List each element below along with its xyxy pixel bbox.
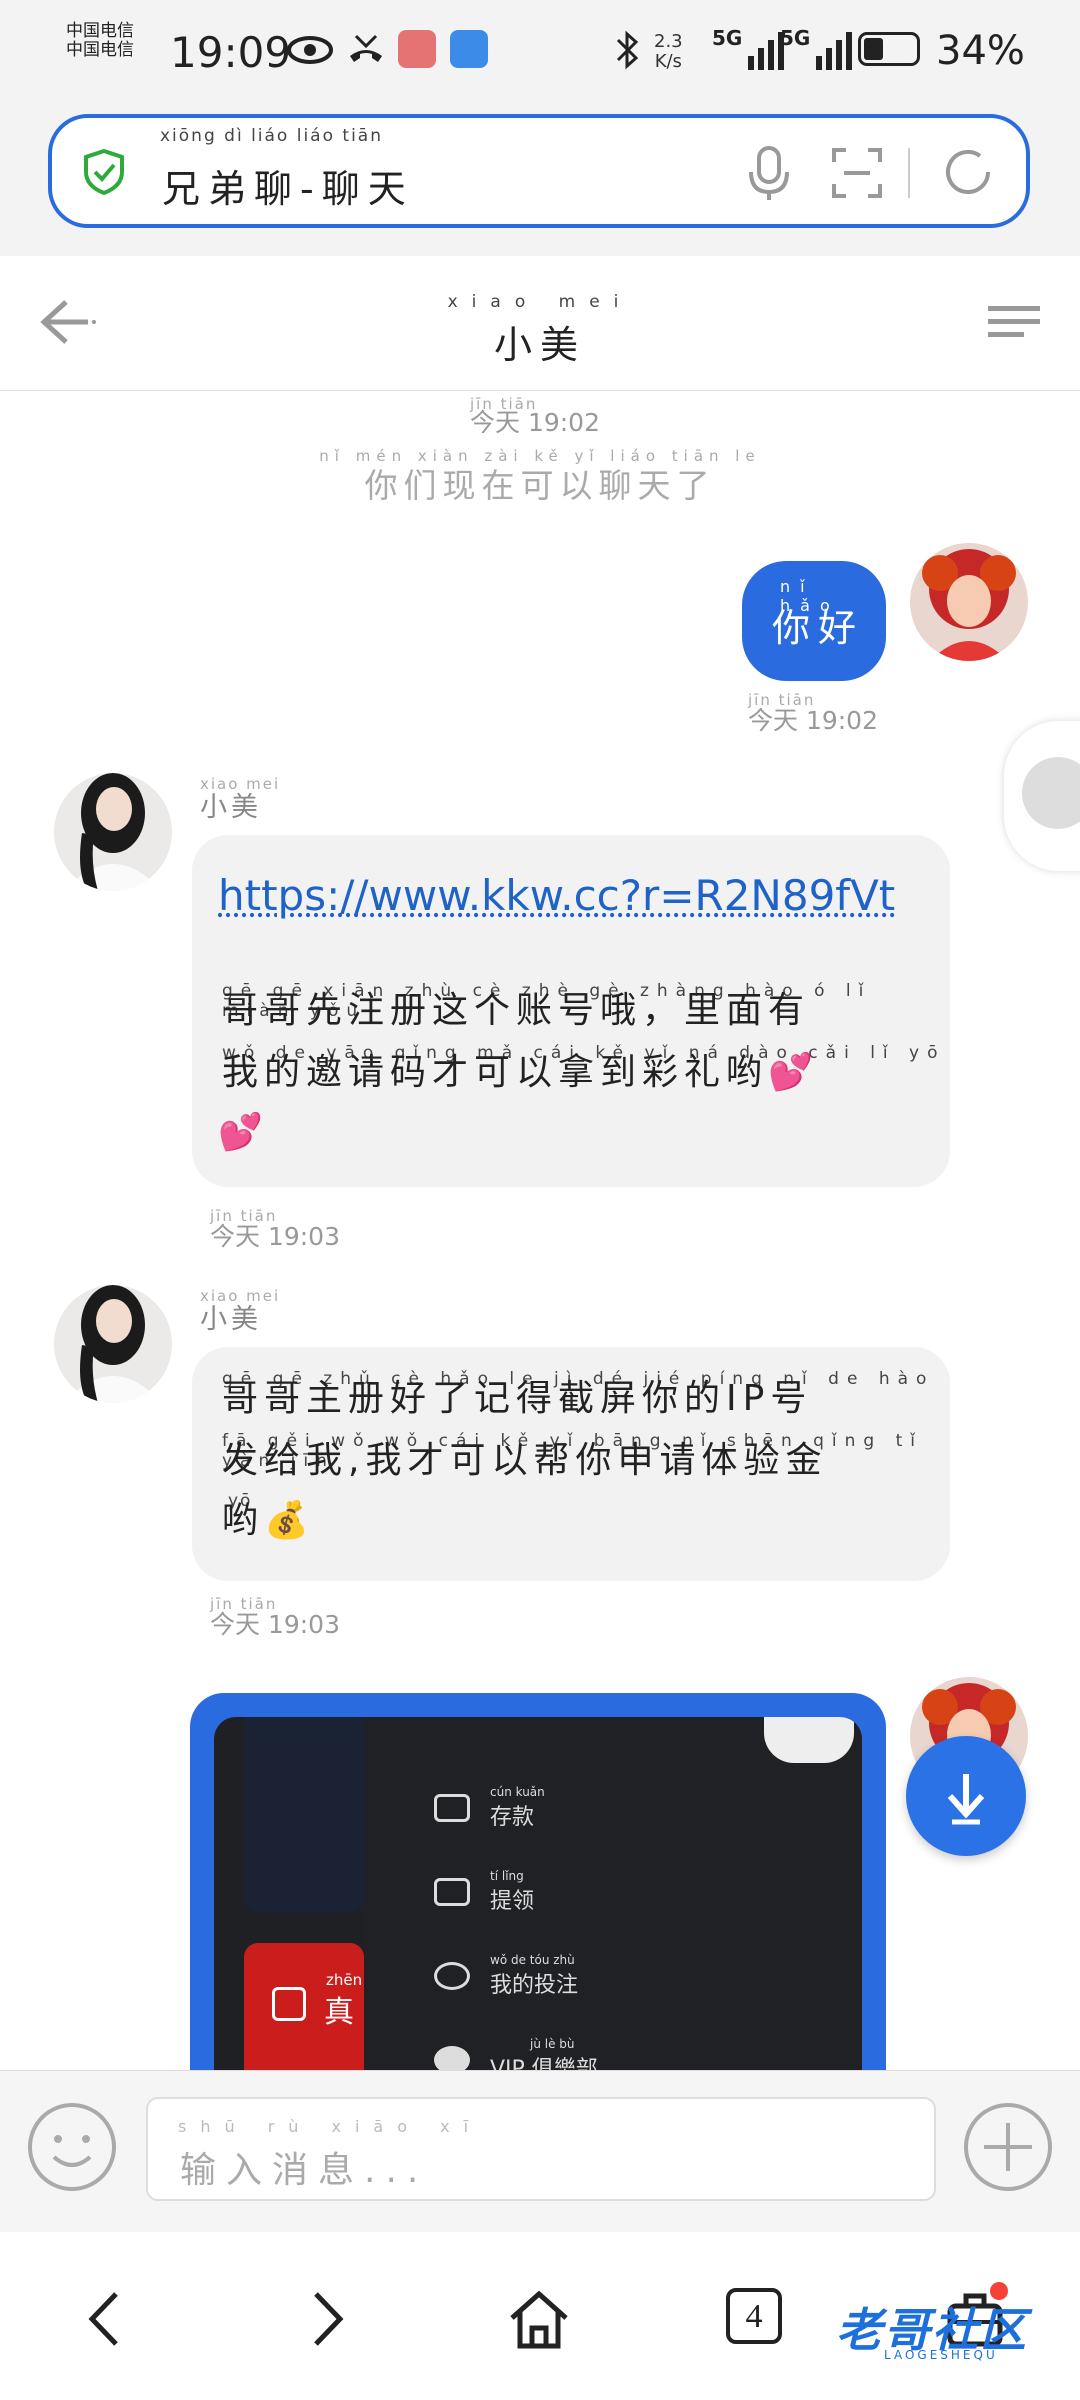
- eye-icon: [287, 36, 333, 64]
- browser-nav-bar: 4 老哥社区 LAOGESHEQU: [0, 2232, 1080, 2400]
- avatar[interactable]: [910, 543, 1028, 661]
- card-icon: [434, 1878, 470, 1906]
- wallet-icon: [434, 1794, 470, 1822]
- app-notification-icon: [450, 30, 488, 68]
- sender-name: 小美: [200, 1304, 262, 1335]
- microphone-icon[interactable]: [742, 144, 796, 204]
- message-bubble-incoming[interactable]: gē gē zhǔ cè hǎo le jì dé jié píng nǐ de…: [192, 1347, 950, 1581]
- message-text: 💕: [218, 1112, 269, 1153]
- menu-item-withdraw: tí lǐng 提领: [434, 1869, 534, 1915]
- watermark-subtext: LAOGESHEQU: [884, 2348, 998, 2362]
- signal-strength-2: 5G: [780, 26, 853, 70]
- message-text: 我的邀请码才可以拿到彩礼哟💕: [222, 1052, 819, 1093]
- address-bar[interactable]: xiōng dì liáo liáo tiān 兄弟聊-聊天: [48, 114, 1030, 228]
- add-attachment-button[interactable]: [962, 2101, 1054, 2193]
- message-input-bar: shū rù xiāo xī 输入消息...: [0, 2070, 1080, 2231]
- title-pinyin: xiao mei: [447, 292, 633, 312]
- emoji-icon[interactable]: [26, 2101, 118, 2193]
- system-message: 你们现在可以聊天了: [364, 466, 716, 505]
- timestamp: 今天 19:03: [210, 1610, 340, 1639]
- message-bubble-incoming[interactable]: https://www.kkw.cc?r=R2N89fVt gē gē xiān…: [192, 835, 950, 1187]
- message-text: 哥哥先注册这个账号哦，里面有: [222, 990, 811, 1031]
- menu-item-my-bets: wǒ de tóu zhù 我的投注: [434, 1953, 578, 1999]
- clock: 19:09: [170, 28, 292, 77]
- chat-title: 小美: [493, 323, 586, 367]
- vip-icon: [434, 2046, 470, 2071]
- network-speed: 2.3 K/s: [654, 31, 683, 72]
- refresh-icon[interactable]: [940, 144, 996, 200]
- secure-shield-icon: [84, 148, 124, 196]
- app-notification-icon: [398, 30, 436, 68]
- message-text: 发给我,我才可以帮你申请体验金: [222, 1440, 828, 1481]
- tab-count-button[interactable]: 4: [726, 2288, 782, 2344]
- arrow-down-icon: [947, 1774, 985, 1825]
- url-text[interactable]: 兄弟聊-聊天: [162, 158, 414, 213]
- battery-icon: [858, 32, 920, 66]
- user-bet-icon: [434, 1962, 470, 1990]
- bluetooth-icon: [616, 30, 639, 70]
- home-icon[interactable]: [508, 2288, 570, 2350]
- image-message[interactable]: zhēn 真 cún kuǎn 存款 tí lǐng 提领 wǒ de tóu zh…: [190, 1693, 886, 2071]
- menu-icon[interactable]: [986, 302, 1042, 342]
- menu-item-vip: jù lè bù VIP 俱樂部: [434, 2037, 598, 2071]
- message-text: 你好: [772, 606, 865, 650]
- scroll-down-button[interactable]: [906, 1736, 1026, 1856]
- nav-forward-icon[interactable]: [294, 2288, 356, 2350]
- sender-name: 小美: [200, 792, 262, 823]
- message-bubble-outgoing[interactable]: nǐ hǎo 你好: [742, 561, 886, 681]
- status-bar: 中国电信 中国电信 19:09 2.3 K/s 5G 5G 34%: [0, 0, 1080, 110]
- battery-percent: 34%: [936, 28, 1025, 74]
- message-input[interactable]: shū rù xiāo xī 输入消息...: [146, 2097, 936, 2201]
- message-text: 哥哥主册好了记得截屏你的IP号: [222, 1378, 813, 1419]
- message-link[interactable]: https://www.kkw.cc?r=R2N89fVt: [218, 871, 895, 920]
- avatar[interactable]: [54, 773, 172, 891]
- timestamp: 今天 19:03: [210, 1222, 340, 1251]
- missed-call-icon: [350, 34, 382, 62]
- input-placeholder: 输入消息...: [180, 2150, 429, 2191]
- timestamp: 今天 19:02: [470, 408, 600, 437]
- avatar[interactable]: [54, 1285, 172, 1403]
- menu-item-deposit: cún kuǎn 存款: [434, 1785, 545, 1831]
- timestamp: 今天 19:02: [748, 706, 878, 735]
- carrier-label: 中国电信 中国电信: [66, 21, 134, 60]
- nav-back-icon[interactable]: [76, 2288, 138, 2350]
- scan-icon[interactable]: [830, 146, 884, 200]
- divider: [908, 148, 910, 198]
- chat-header: xiao mei 小美: [0, 256, 1080, 391]
- floating-widget[interactable]: [1004, 721, 1080, 871]
- url-pinyin: xiōng dì liáo liáo tiān: [160, 126, 383, 146]
- screenshot-image: zhēn 真 cún kuǎn 存款 tí lǐng 提领 wǒ de tóu zh…: [214, 1717, 862, 2071]
- signal-strength-1: 5G: [712, 26, 785, 70]
- message-text: 哟💰: [222, 1500, 315, 1541]
